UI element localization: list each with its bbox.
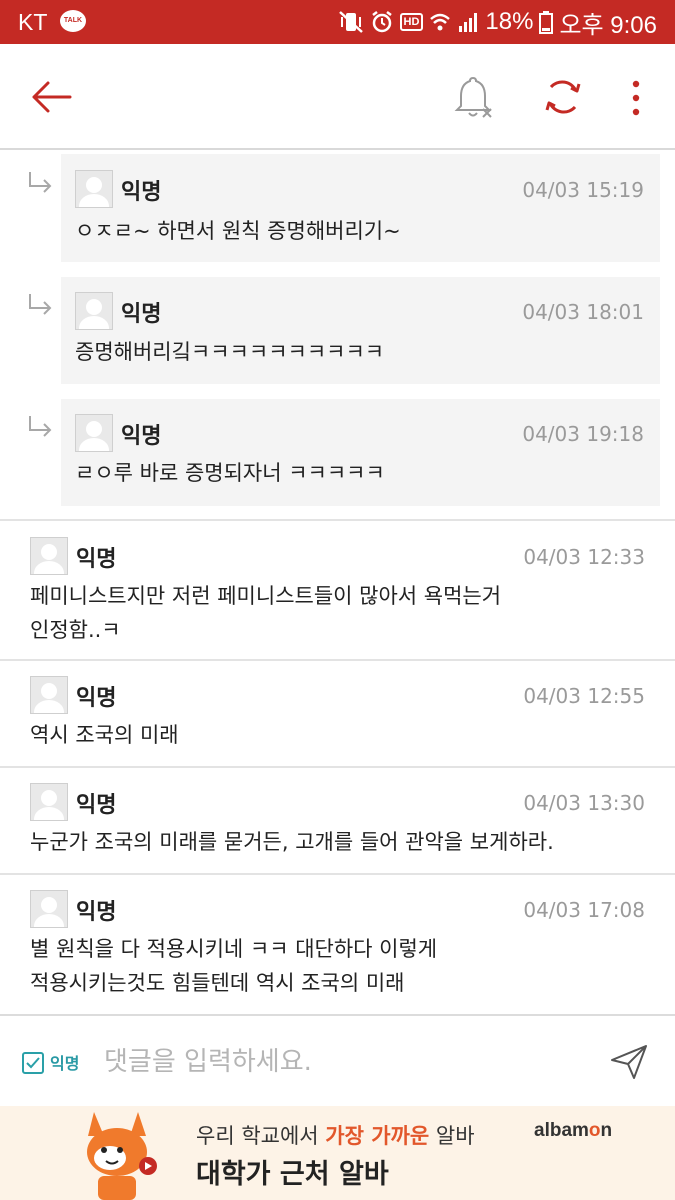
comment-text-line: 페미니스트지만 저런 페미니스트들이 많아서 욕먹는거 xyxy=(30,584,502,608)
reply-arrow-icon xyxy=(29,172,52,193)
reply-arrow-icon xyxy=(29,294,52,315)
comment-text-line: 누군가 조국의 미래를 묻거든, 고개를 들어 관악을 보게하라. xyxy=(30,830,554,854)
status-bar: KT TALK HD 18% 오후 9:06 xyxy=(0,0,675,44)
comment-item: 익명 04/03 12:55 역시 조국의 미래 xyxy=(0,659,675,766)
more-vertical-icon[interactable] xyxy=(624,76,648,120)
author-name: 익명 xyxy=(76,793,117,818)
comment-text-line: 인정함..ㅋ xyxy=(30,618,121,642)
comment-item: 익명 04/03 12:33 페미니스트지만 저런 페미니스트들이 많아서 욕먹… xyxy=(0,519,675,659)
comment-item: 익명 04/03 13:30 누군가 조국의 미래를 묻거든, 고개를 들어 관… xyxy=(0,766,675,873)
comment-text-line: 적용시키는것도 힘들텐데 역시 조국의 미래 xyxy=(30,971,405,995)
comment-input[interactable] xyxy=(104,1040,584,1084)
reply-item: 익명 04/03 18:01 증명해버리깈ㅋㅋㅋㅋㅋㅋㅋㅋㅋㅋ xyxy=(0,274,675,396)
avatar xyxy=(75,170,113,208)
comment-time: 04/03 12:33 xyxy=(523,545,645,569)
comment-text-line: 별 원칙을 다 적용시키네 ㅋㅋ 대단하다 이렇게 xyxy=(30,937,438,961)
wifi-icon xyxy=(430,13,451,31)
toolbar xyxy=(0,44,675,150)
status-icons: HD 18% 오후 9:06 xyxy=(338,0,657,44)
reply-bubble: 익명 04/03 18:01 증명해버리깈ㅋㅋㅋㅋㅋㅋㅋㅋㅋㅋ xyxy=(61,277,660,384)
hd-voice-icon: HD xyxy=(399,13,424,31)
battery-icon xyxy=(539,11,554,34)
avatar xyxy=(75,292,113,330)
author-name: 익명 xyxy=(76,686,117,711)
reply-bubble: 익명 04/03 15:19 ㅇㅈㄹ~ 하면서 원칙 증명해버리기~ xyxy=(61,154,660,262)
anonymous-checkbox[interactable] xyxy=(22,1052,44,1074)
reply-item: 익명 04/03 15:19 ㅇㅈㄹ~ 하면서 원칙 증명해버리기~ xyxy=(0,152,675,274)
ad-title: 대학가 근처 알바 xyxy=(196,1159,389,1190)
comment-text: ㅇㅈㄹ~ 하면서 원칙 증명해버리기~ xyxy=(75,219,401,243)
ad-banner[interactable]: 우리 학교에서 가장 가까운 알바 대학가 근처 알바 albamon xyxy=(0,1106,675,1200)
comment-input-bar: 익명 xyxy=(0,1014,675,1106)
author-name: 익명 xyxy=(121,424,162,449)
author-name: 익명 xyxy=(121,180,162,205)
avatar xyxy=(30,783,68,821)
send-icon[interactable] xyxy=(608,1042,650,1082)
comment-text: ㄹㅇ루 바로 증명되자너 ㅋㅋㅋㅋㅋ xyxy=(75,461,385,485)
author-name: 익명 xyxy=(76,547,117,572)
comment-time: 04/03 17:08 xyxy=(523,898,645,922)
albamon-logo: albamon xyxy=(534,1120,613,1141)
author-name: 익명 xyxy=(76,900,117,925)
comment-time: 04/03 15:19 xyxy=(522,178,644,202)
comment-text: 증명해버리깈ㅋㅋㅋㅋㅋㅋㅋㅋㅋㅋ xyxy=(75,340,385,364)
battery-percent: 18% xyxy=(485,8,534,35)
kakaotalk-notification-icon: TALK xyxy=(60,10,86,32)
comment-time: 04/03 12:55 xyxy=(523,684,645,708)
comment-item: 익명 04/03 17:08 별 원칙을 다 적용시키네 ㅋㅋ 대단하다 이렇게… xyxy=(0,873,675,1014)
reply-item: 익명 04/03 19:18 ㄹㅇ루 바로 증명되자너 ㅋㅋㅋㅋㅋ xyxy=(0,396,675,518)
ad-headline-prefix: 우리 학교에서 xyxy=(196,1124,326,1148)
avatar xyxy=(30,537,68,575)
refresh-icon[interactable] xyxy=(543,77,583,117)
comment-text-line: 역시 조국의 미래 xyxy=(30,723,179,747)
signal-icon xyxy=(459,13,478,32)
avatar xyxy=(75,414,113,452)
bell-off-icon[interactable] xyxy=(452,76,494,120)
clock: 오후 9:06 xyxy=(559,11,657,39)
ad-headline: 우리 학교에서 가장 가까운 알바 xyxy=(196,1120,475,1150)
comment-list[interactable]: 익명 04/03 15:19 ㅇㅈㄹ~ 하면서 원칙 증명해버리기~ 익명 04… xyxy=(0,152,675,1014)
ad-headline-highlight: 가장 가까운 xyxy=(325,1124,430,1148)
comment-time: 04/03 18:01 xyxy=(522,300,644,324)
comment-time: 04/03 19:18 xyxy=(522,422,644,446)
fox-mascot-icon xyxy=(87,1112,157,1200)
anonymous-label[interactable]: 익명 xyxy=(50,1050,79,1074)
avatar xyxy=(30,676,68,714)
vibrate-mute-icon xyxy=(338,11,363,33)
reply-arrow-icon xyxy=(29,416,52,437)
author-name: 익명 xyxy=(121,302,162,327)
alarm-icon xyxy=(371,11,392,33)
ad-headline-suffix: 알바 xyxy=(429,1124,475,1148)
avatar xyxy=(30,890,68,928)
carrier-label: KT xyxy=(18,9,48,35)
reply-bubble: 익명 04/03 19:18 ㄹㅇ루 바로 증명되자너 ㅋㅋㅋㅋㅋ xyxy=(61,399,660,506)
comment-time: 04/03 13:30 xyxy=(523,791,645,815)
arrow-left-icon[interactable] xyxy=(30,78,72,116)
